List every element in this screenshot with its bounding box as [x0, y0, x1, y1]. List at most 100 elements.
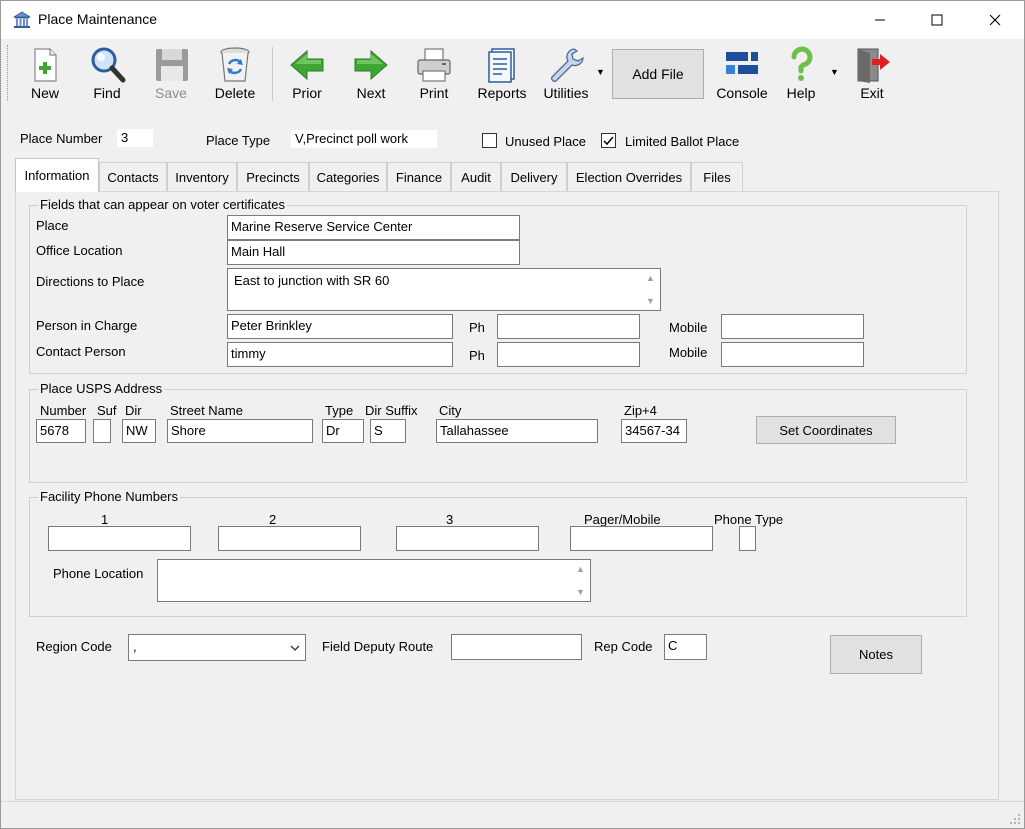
exit-door-icon [857, 48, 890, 83]
set-coordinates-button[interactable]: Set Coordinates [756, 416, 896, 444]
region-code-value: , [133, 639, 137, 654]
window-title: Place Maintenance [38, 11, 158, 27]
cp-phone-input[interactable] [497, 342, 640, 367]
utilities-dropdown-icon[interactable]: ▼ [596, 67, 605, 77]
dir-input[interactable]: NW [122, 419, 156, 443]
phone-location-scrollbar[interactable]: ▲ ▼ [574, 562, 588, 599]
floppy-disk-icon [156, 49, 188, 81]
tab-audit[interactable]: Audit [451, 162, 501, 192]
maximize-button[interactable] [908, 1, 966, 39]
help-dropdown-icon[interactable]: ▼ [830, 67, 839, 77]
information-panel: Fields that can appear on voter certific… [15, 191, 999, 800]
reports-button[interactable]: Reports [475, 43, 529, 105]
console-button[interactable]: Console [713, 43, 771, 105]
new-button[interactable]: New [23, 43, 67, 105]
find-label: Find [93, 85, 121, 101]
close-icon [989, 14, 1001, 26]
rep-code-input[interactable]: C [664, 634, 707, 660]
person-in-charge-input[interactable]: Peter Brinkley [227, 314, 453, 339]
prior-button[interactable]: Prior [285, 43, 329, 105]
place-number-label: Place Number [20, 131, 103, 146]
save-button[interactable]: Save [149, 43, 193, 105]
printer-icon [417, 48, 451, 82]
tab-election-overrides[interactable]: Election Overrides [567, 162, 691, 192]
console-grid-icon [726, 52, 758, 74]
phone-type-input[interactable] [739, 526, 756, 551]
phone-3-input[interactable] [396, 526, 539, 551]
close-button[interactable] [966, 1, 1024, 39]
number-input[interactable]: 5678 [36, 419, 86, 443]
help-button[interactable]: Help [779, 43, 823, 105]
zip-input[interactable]: 34567-34 [621, 419, 687, 443]
utilities-button[interactable]: Utilities [539, 43, 593, 105]
wrench-icon [551, 48, 584, 82]
limited-ballot-checkbox[interactable] [601, 133, 616, 148]
scroll-down-icon[interactable]: ▼ [646, 296, 655, 306]
pic-ph-label: Ph [469, 320, 485, 335]
cp-mobile-label: Mobile [669, 345, 708, 360]
dir-label: Dir [125, 403, 142, 418]
phone-1-input[interactable] [48, 526, 191, 551]
add-file-button[interactable]: Add File [612, 49, 704, 99]
delete-button[interactable]: Delete [211, 43, 259, 105]
suf-input[interactable] [93, 419, 111, 443]
tab-inventory[interactable]: Inventory [167, 162, 237, 192]
cp-mobile-input[interactable] [721, 342, 864, 367]
new-document-icon [34, 48, 57, 82]
place-input[interactable]: Marine Reserve Service Center [227, 215, 520, 240]
minimize-button[interactable] [851, 1, 909, 39]
certificates-group: Fields that can appear on voter certific… [29, 197, 967, 374]
pager-mobile-label: Pager/Mobile [584, 512, 661, 527]
region-code-select[interactable]: , [128, 634, 306, 661]
tab-delivery[interactable]: Delivery [501, 162, 567, 192]
dir-suffix-input[interactable]: S [370, 419, 406, 443]
place-label: Place [36, 218, 69, 233]
minimize-icon [875, 19, 885, 21]
tab-precincts[interactable]: Precincts [237, 162, 309, 192]
tab-finance[interactable]: Finance [387, 162, 451, 192]
number-label: Number [40, 403, 87, 418]
tab-information[interactable]: Information [15, 158, 99, 192]
person-in-charge-label: Person in Charge [36, 318, 138, 333]
find-button[interactable]: Find [85, 43, 129, 105]
city-input[interactable]: Tallahassee [436, 419, 598, 443]
rep-code-label: Rep Code [594, 639, 653, 654]
new-label: New [30, 85, 59, 101]
next-button[interactable]: Next [349, 43, 393, 105]
reports-label: Reports [477, 85, 527, 101]
tab-files[interactable]: Files [691, 162, 743, 192]
arrow-left-icon [290, 49, 324, 81]
resize-grip-icon[interactable] [1009, 813, 1021, 825]
zip-label: Zip+4 [624, 403, 657, 418]
unused-place-checkbox[interactable] [482, 133, 497, 148]
pic-mobile-input[interactable] [721, 314, 864, 339]
exit-button[interactable]: Exit [850, 43, 894, 105]
place-maintenance-window: Place Maintenance New Find Save Delete P… [0, 0, 1025, 829]
directions-scrollbar[interactable]: ▲ ▼ [644, 271, 658, 308]
street-name-input[interactable]: Shore [167, 419, 313, 443]
notes-button[interactable]: Notes [830, 635, 922, 674]
suf-label: Suf [97, 403, 117, 418]
directions-textarea[interactable]: East to junction with SR 60 ▲ ▼ [227, 268, 661, 311]
tab-categories[interactable]: Categories [309, 162, 387, 192]
pic-phone-input[interactable] [497, 314, 640, 339]
type-label: Type [325, 403, 354, 418]
scroll-up-icon[interactable]: ▲ [646, 273, 655, 283]
phone-location-textarea[interactable]: ▲ ▼ [157, 559, 591, 602]
office-location-input[interactable]: Main Hall [227, 240, 520, 265]
status-bar [1, 801, 1024, 828]
save-label: Save [155, 85, 187, 101]
place-number-value: 3 [117, 129, 153, 147]
print-button[interactable]: Print [412, 43, 456, 105]
tab-contacts[interactable]: Contacts [99, 162, 167, 192]
field-deputy-route-input[interactable] [451, 634, 582, 660]
toolbar-grip[interactable] [7, 45, 11, 101]
phone-2-input[interactable] [218, 526, 361, 551]
contact-person-input[interactable]: timmy [227, 342, 453, 367]
pager-mobile-input[interactable] [570, 526, 713, 551]
field-deputy-route-label: Field Deputy Route [322, 639, 434, 654]
scroll-up-icon[interactable]: ▲ [576, 564, 585, 574]
type-input[interactable]: Dr [322, 419, 364, 443]
scroll-down-icon[interactable]: ▼ [576, 587, 585, 597]
phone-1-label: 1 [101, 512, 109, 527]
